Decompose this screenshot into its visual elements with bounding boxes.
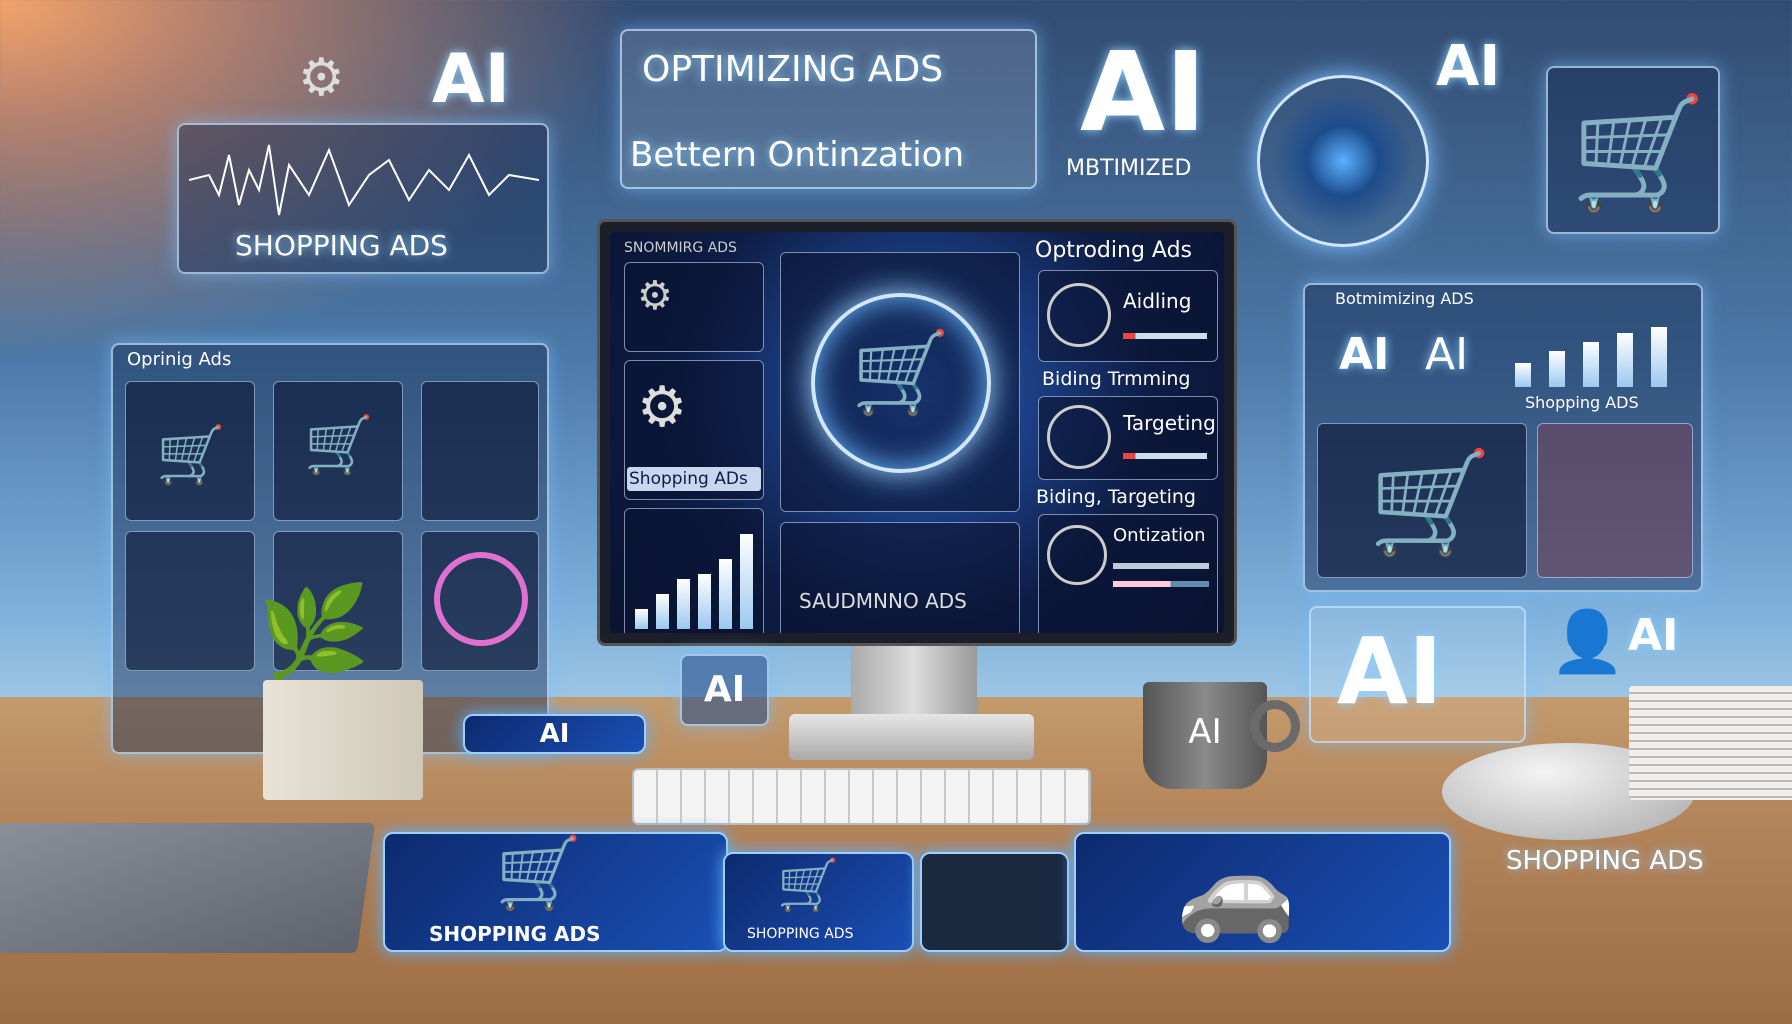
hologram-circle — [1257, 75, 1429, 247]
circuit-card — [920, 852, 1069, 952]
monitor: SNOMMIRG ADS ⚙ ⚙ Shopping ADs 🛒 SAUDMNNO… — [597, 219, 1237, 646]
ai-badge: AI — [680, 654, 769, 726]
ai-card: AI — [463, 714, 646, 754]
papers — [0, 823, 376, 953]
shopping-cart-icon: 🛒 — [304, 413, 374, 478]
tile: ⚙ — [624, 262, 764, 352]
panel-label: SHOPPING ADS — [235, 229, 448, 262]
item-label: Targeting — [1123, 411, 1216, 435]
cart-hologram: 🛒 — [780, 252, 1020, 512]
panel-subtitle: Bettern Ontinzation — [630, 135, 965, 175]
waveform — [189, 144, 539, 216]
optimizing-ads-panel: OPTIMIZING ADS Bettern Ontinzation — [620, 29, 1037, 189]
shopping-cart-icon: 🛒 — [1368, 444, 1493, 561]
cart-panel: 🛒 — [1546, 66, 1720, 234]
tile: 🛒 — [1317, 423, 1527, 578]
tile: ⚙ Shopping ADs — [624, 360, 764, 500]
ai-label: AI — [1339, 329, 1390, 380]
ai-panel: AI — [1309, 606, 1526, 743]
chart-bar — [1515, 363, 1531, 387]
list-item: Aidling — [1038, 270, 1218, 362]
hexagon-tile — [1537, 423, 1693, 578]
monitor-screen: SNOMMIRG ADS ⚙ ⚙ Shopping ADs 🛒 SAUDMNNO… — [610, 232, 1224, 633]
gear-icon: ⚙ — [637, 375, 688, 440]
list-item: Targeting — [1038, 396, 1218, 480]
ai-sublabel: MBTIMIZED — [1066, 156, 1192, 181]
shopping-cart-icon: 🛒 — [495, 832, 583, 914]
card-label: SHOPPING ADS — [747, 926, 854, 942]
tile: 🛒 — [125, 381, 255, 521]
plant-pot — [263, 680, 423, 800]
car-card: 🚗 — [1074, 832, 1451, 952]
chart-bar — [719, 559, 732, 629]
shopping-cart-icon: 🛒 — [1570, 89, 1707, 217]
monitor-base — [789, 714, 1034, 760]
item-label: Ontization — [1113, 525, 1206, 546]
shopping-ads-label: SHOPPING ADS — [1506, 846, 1704, 876]
chart-bar — [1583, 342, 1599, 387]
ai-label: AI — [1337, 618, 1443, 725]
tile — [421, 531, 539, 671]
shopping-cart-icon: 🛒 — [156, 423, 226, 488]
ai-big-label: AI — [1080, 28, 1207, 156]
panel-label: Shopping ADS — [1525, 393, 1639, 412]
ai-label: AI — [432, 40, 510, 119]
gear-icon: ⚙ — [637, 273, 673, 319]
tile — [125, 531, 255, 671]
chart-bar — [1549, 351, 1565, 387]
ai-label: AI — [1628, 610, 1679, 661]
coffee-mug: AI — [1143, 682, 1267, 789]
car-icon: 🚗 — [1176, 834, 1296, 946]
panel-title: OPTIMIZING ADS — [642, 49, 944, 90]
item-label: Biding Trmming — [1042, 368, 1191, 390]
ai-label: AI — [1425, 329, 1469, 380]
books — [1629, 686, 1792, 800]
keyboard — [632, 768, 1091, 825]
shopping-cart-icon: 🛒 — [777, 856, 840, 914]
card-label: SHOPPING ADS — [429, 922, 601, 946]
person-icon: 👤 — [1550, 607, 1625, 677]
shopping-ads-card: 🛒 SHOPPING ADS — [383, 832, 728, 952]
ai-label: AI — [1436, 34, 1501, 99]
panel-title: Oprinig Ads — [127, 349, 232, 370]
screen-header: Optroding Ads — [1035, 238, 1192, 263]
tile — [421, 381, 539, 521]
tile: 🛒 — [273, 381, 403, 521]
chart-bar — [677, 579, 690, 629]
bar-chart — [624, 508, 764, 633]
chart-bar — [1651, 327, 1667, 387]
right-screen-panel: Botmimizing ADS AI AI Shopping ADS 🛒 — [1303, 283, 1703, 592]
plant: 🌿 — [258, 580, 371, 685]
mug-handle — [1250, 700, 1300, 752]
screen-label: SAUDMNNO ADS — [799, 589, 967, 613]
chart-bar — [740, 534, 753, 629]
shopping-cart-icon: 🛒 — [851, 326, 951, 419]
list-item: Ontization — [1038, 514, 1218, 633]
bar-chart — [1505, 315, 1685, 395]
chart-bar — [1617, 333, 1633, 387]
chart-bar — [635, 609, 648, 629]
shopping-label: Shopping ADs — [627, 467, 761, 491]
chart-bar — [698, 574, 711, 629]
panel-title: Botmimizing ADS — [1335, 289, 1474, 308]
waveform-panel: SHOPPING ADS — [177, 123, 549, 274]
item-label: Aidling — [1123, 289, 1192, 313]
tile: SAUDMNNO ADS — [780, 522, 1020, 633]
shopping-ads-card: 🛒 SHOPPING ADS — [723, 852, 914, 952]
item-label: Biding, Targeting — [1036, 486, 1196, 508]
gear-icon: ⚙ — [298, 48, 345, 108]
chart-bar — [656, 594, 669, 629]
monitor-stand — [851, 646, 977, 721]
screen-label: SNOMMIRG ADS — [624, 240, 737, 256]
